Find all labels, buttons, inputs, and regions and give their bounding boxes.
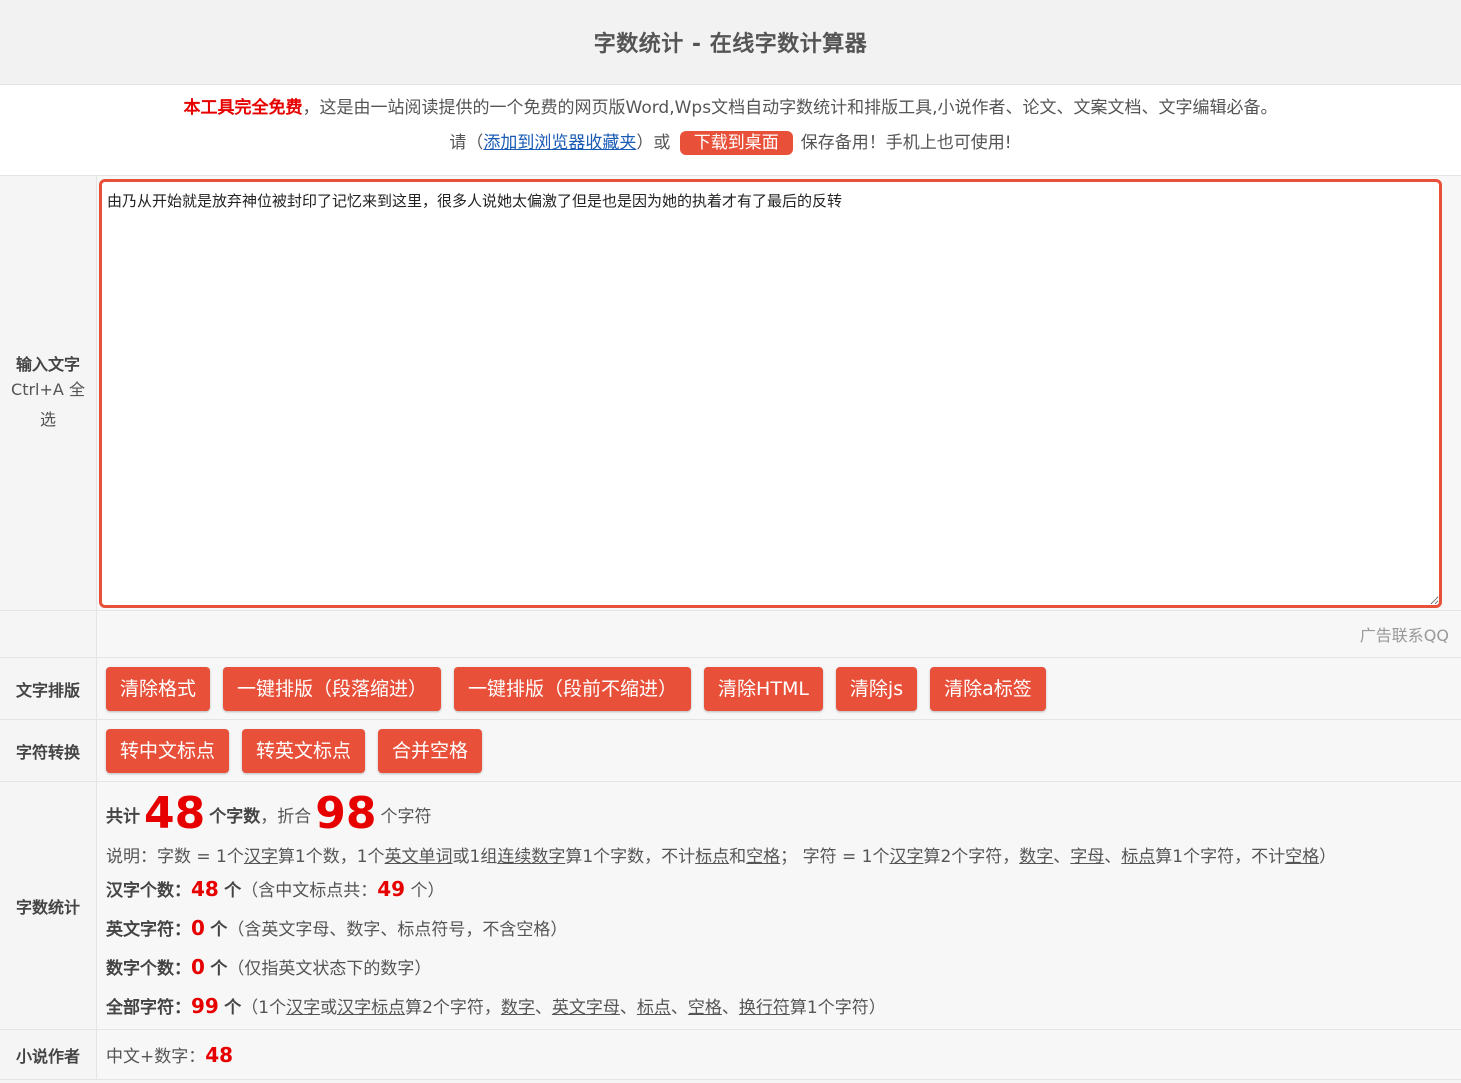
- stats-label: 字数统计: [15, 897, 80, 917]
- or-text: ）或: [636, 133, 671, 153]
- word-count: 48: [144, 788, 206, 839]
- intro-description: ，这是由一站阅读提供的一个免费的网页版Word,Wps文档自动字数统计和排版工具…: [302, 98, 1278, 118]
- convert-label: 字符转换: [15, 742, 80, 762]
- english-count-line: 英文字符：0 个（含英文字母、数字、标点符号，不含空格）: [106, 916, 568, 940]
- all-char-count: 99: [191, 994, 219, 1018]
- novel-label: 小说作者: [15, 1046, 80, 1066]
- stats-section: 字数统计 共计48 个字数，折合98 个字符 说明：字数 = 1个汉字算1个数，1个…: [0, 782, 1461, 1030]
- ad-contact-text: 广告联系QQ: [1359, 626, 1449, 645]
- text-input[interactable]: [99, 179, 1442, 608]
- convert-section: 字符转换 转中文标点 转英文标点 合并空格: [0, 720, 1461, 782]
- select-all-hint: Ctrl+A 全选: [11, 380, 85, 429]
- clear-a-tag-button[interactable]: 清除a标签: [930, 666, 1046, 711]
- digit-count-line: 数字个数：0 个（仅指英文状态下的数字）: [106, 955, 432, 979]
- digit-count: 0: [191, 955, 205, 979]
- clear-format-button[interactable]: 清除格式: [106, 666, 211, 711]
- page-header: 字数统计 - 在线字数计算器: [0, 0, 1461, 85]
- page-title: 字数统计 - 在线字数计算器: [593, 32, 868, 57]
- intro-banner: 本工具完全免费，这是由一站阅读提供的一个免费的网页版Word,Wps文档自动字数…: [0, 85, 1461, 176]
- char-count: 98: [315, 788, 377, 839]
- hanzi-punct-count: 49: [377, 877, 406, 901]
- auto-format-no-indent-button[interactable]: 一键排版（段前不缩进）: [454, 666, 692, 711]
- clear-js-button[interactable]: 清除js: [835, 666, 918, 711]
- clear-html-button[interactable]: 清除HTML: [704, 666, 823, 711]
- count-explanation: 说明：字数 = 1个汉字算1个数，1个英文单词或1组连续数字算1个字数，不计标点…: [106, 847, 1337, 867]
- free-notice: 本工具完全免费: [183, 98, 303, 118]
- bookmark-link[interactable]: 添加到浏览器收藏夹: [483, 133, 636, 153]
- novel-section: 小说作者 中文+数字： 48: [0, 1030, 1461, 1080]
- input-label: 输入文字 Ctrl+A 全选: [0, 176, 97, 610]
- hanzi-count: 48: [191, 877, 219, 901]
- save-text: 保存备用！手机上也可使用!: [800, 133, 1012, 153]
- input-section: 输入文字 Ctrl+A 全选: [0, 176, 1461, 611]
- format-section: 文字排版 清除格式 一键排版（段落缩进） 一键排版（段前不缩进） 清除HTML …: [0, 658, 1461, 720]
- novel-count-text: 中文+数字：: [106, 1047, 206, 1067]
- all-chars-line: 全部字符：99 个（1个汉字或汉字标点算2个字符，数字、英文字母、标点、空格、换…: [106, 994, 886, 1018]
- format-label: 文字排版: [15, 680, 80, 700]
- intro-line-2: 请（添加到浏览器收藏夹）或 下载到桌面 保存备用！手机上也可使用!: [0, 131, 1461, 155]
- english-count: 0: [191, 916, 205, 940]
- total-summary: 共计48 个字数，折合98 个字符: [106, 788, 432, 839]
- auto-format-indent-button[interactable]: 一键排版（段落缩进）: [223, 666, 442, 711]
- to-english-punct-button[interactable]: 转英文标点: [242, 728, 366, 773]
- intro-line-1: 本工具完全免费，这是由一站阅读提供的一个免费的网页版Word,Wps文档自动字数…: [0, 97, 1461, 119]
- ad-section: 广告联系QQ: [0, 611, 1461, 658]
- input-label-title: 输入文字: [15, 355, 80, 374]
- please-text: 请（: [449, 133, 484, 153]
- to-chinese-punct-button[interactable]: 转中文标点: [106, 728, 230, 773]
- hanzi-count-line: 汉字个数：48 个（含中文标点共：49 个）: [106, 877, 445, 901]
- novel-count: 48: [205, 1042, 234, 1067]
- download-desktop-button[interactable]: 下载到桌面: [679, 131, 793, 155]
- merge-spaces-button[interactable]: 合并空格: [378, 728, 483, 773]
